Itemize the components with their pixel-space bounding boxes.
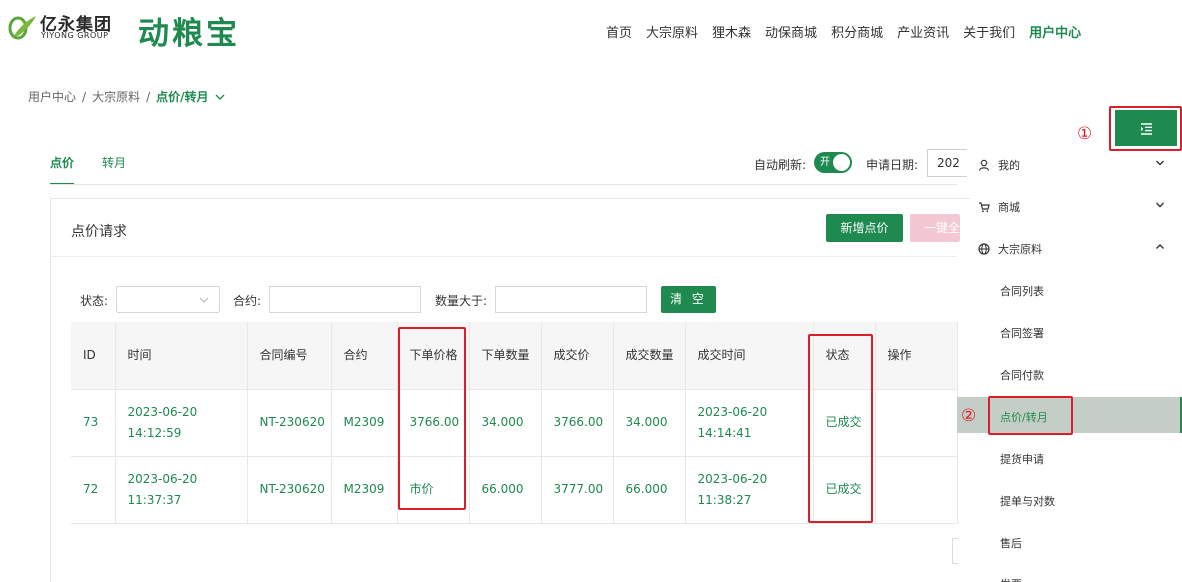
chevron-down-icon [199,297,209,303]
panel-divider [51,256,957,257]
sidebar-sub-contract-payment[interactable]: 合同付款 [1000,367,1044,383]
cell-time: 2023-06-20 14:12:59 [115,389,248,457]
sidebar-item-bulk-materials[interactable]: 大宗原料 [978,241,1042,257]
nav-industry-news[interactable]: 产业资讯 [897,22,949,41]
status-select[interactable] [116,286,220,313]
order-price-highlight [398,327,466,510]
logo-subtext: YIYONG GROUP [41,31,109,40]
col-header-deal-qty: 成交数量 [613,322,686,390]
cell-deal-price: 3766.00 [541,389,614,457]
cell-deal-qty: 66.000 [613,456,686,524]
active-item-highlight [988,396,1073,435]
cell-deal-time: 2023-06-20 14:14:41 [685,389,814,457]
cell-deal-price: 3777.00 [541,456,614,524]
batch-action-button[interactable]: 一键全 [910,214,960,242]
chevron-down-icon[interactable] [1155,200,1165,210]
breadcrumb-user-center[interactable]: 用户中心 [28,88,76,105]
menu-button-highlight [1109,106,1182,151]
breadcrumb-separator: / [146,89,151,104]
nav-animal-health-mall[interactable]: 动保商城 [765,22,817,41]
quantity-filter-label: 数量大于: [435,294,488,308]
toggle-knob [833,154,850,171]
nav-points-mall[interactable]: 积分商城 [831,22,883,41]
contract-input[interactable] [269,286,421,313]
cell-order-qty: 34.000 [469,389,542,457]
col-header-contract: 合约 [331,322,398,390]
add-pricing-button[interactable]: 新增点价 [826,214,903,242]
breadcrumb-bulk-materials[interactable]: 大宗原料 [92,88,140,105]
breadcrumb: 用户中心 / 大宗原料 / 点价/转月 [28,88,225,105]
yiyong-logo-icon [8,16,36,40]
status-highlight [808,334,873,523]
breadcrumb-current[interactable]: 点价/转月 [156,88,208,105]
cell-time: 2023-06-20 11:37:37 [115,456,248,524]
auto-refresh-label: 自动刷新: [754,158,807,172]
cell-actions[interactable] [875,456,958,524]
chevron-up-icon[interactable] [1155,242,1165,252]
status-filter-label: 状态: [80,294,109,308]
sidebar-item-label: 商城 [998,201,1020,214]
contract-filter-label: 合约: [233,294,262,308]
quantity-input[interactable] [495,286,647,313]
col-header-contract-no: 合同编号 [247,322,332,390]
page-root: 亿永集团 YIYONG GROUP 动粮宝 首页 大宗原料 狸木森 动保商城 积… [0,0,1182,582]
annotation-marker-1: ① [1077,124,1093,144]
toggle-label: 开 [820,157,830,168]
tab-divider [50,184,957,185]
sidebar-item-label: 大宗原料 [998,243,1042,256]
nav-bulk-materials[interactable]: 大宗原料 [646,22,698,41]
col-header-deal-price: 成交价 [541,322,614,390]
cart-icon [979,202,990,213]
sidebar-sub-bill-reconcile[interactable]: 提单与对数 [1000,493,1055,509]
cell-contract-no: NT-230620 [247,389,332,457]
sidebar-sub-contract-list[interactable]: 合同列表 [1000,283,1044,299]
cell-contract: M2309 [331,456,398,524]
sidebar-sub-after-sales[interactable]: 售后 [1000,535,1022,551]
cell-contract-no: NT-230620 [247,456,332,524]
tab-bar: 点价 转月 [50,154,154,185]
cell-deal-qty: 34.000 [613,389,686,457]
sidebar-item-label: 我的 [998,159,1020,172]
cell-contract: M2309 [331,389,398,457]
sidebar-item-mall[interactable]: 商城 [978,199,1020,215]
cell-order-qty: 66.000 [469,456,542,524]
cell-deal-time: 2023-06-20 11:38:27 [685,456,814,524]
sidebar-sub-contract-sign[interactable]: 合同签署 [1000,325,1044,341]
chevron-down-icon[interactable] [215,93,225,101]
clear-filters-button[interactable]: 清 空 [661,286,716,313]
col-header-time: 时间 [115,322,248,390]
sidebar [957,0,1182,582]
sidebar-sub-invoice[interactable]: 发票 [1000,576,1022,582]
panel-title: 点价请求 [71,224,127,240]
cell-id: 72 [71,456,116,524]
col-header-deal-time: 成交时间 [685,322,814,390]
chevron-down-icon[interactable] [1155,158,1165,168]
brand-title[interactable]: 动粮宝 [138,8,240,53]
col-header-id: ID [71,322,116,390]
globe-icon [978,243,990,255]
auto-refresh-toggle[interactable]: 开 [814,152,852,173]
cell-actions[interactable] [875,389,958,457]
user-icon [978,159,990,171]
nav-home[interactable]: 首页 [606,22,632,41]
tab-roll-month[interactable]: 转月 [102,154,126,185]
nav-limusen[interactable]: 狸木森 [712,22,751,41]
col-header-actions: 操作 [875,322,958,390]
date-label: 申请日期: [866,158,919,172]
cell-id: 73 [71,389,116,457]
sidebar-sub-delivery[interactable]: 提货申请 [1000,451,1044,467]
col-header-order-qty: 下单数量 [469,322,542,390]
sidebar-item-my[interactable]: 我的 [978,157,1020,173]
breadcrumb-separator: / [82,89,87,104]
annotation-marker-2: ② [961,406,977,426]
tab-pricing[interactable]: 点价 [50,154,75,185]
